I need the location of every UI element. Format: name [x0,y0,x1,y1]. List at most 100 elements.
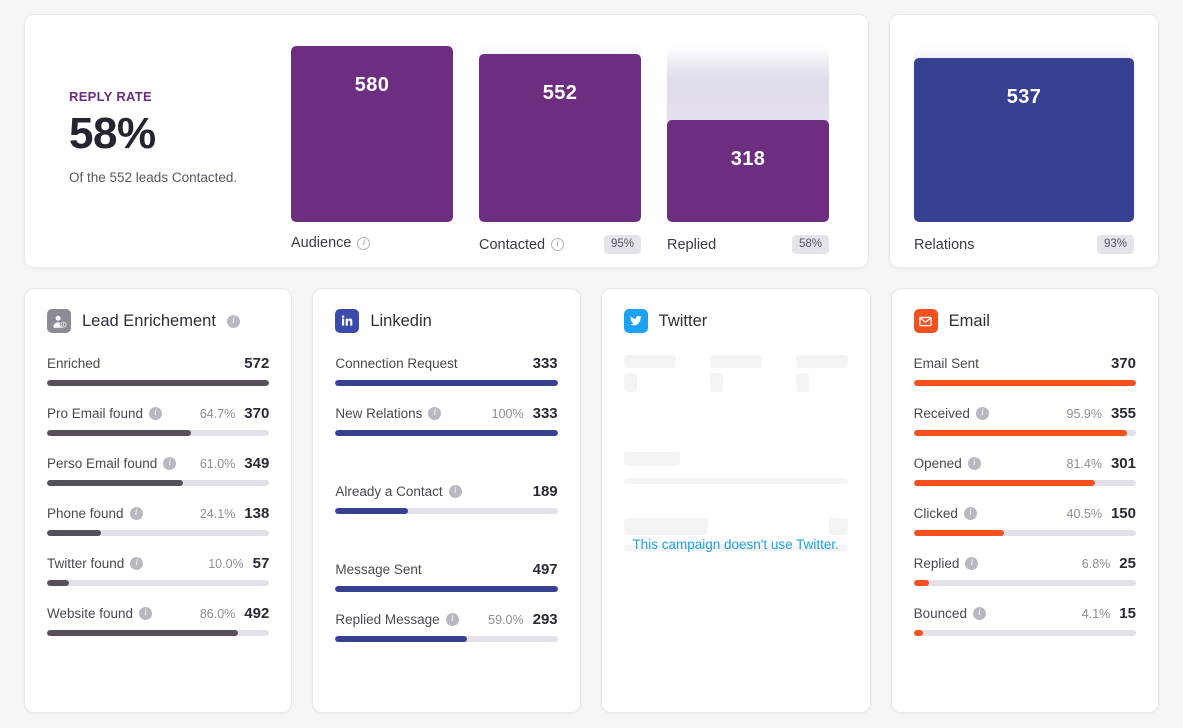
metric-percent: 61.0% [200,457,235,471]
metric-row: Bouncedi4.1%15 [914,605,1136,636]
skeleton-placeholder [624,355,848,551]
metric-label-wrap: New Relations i [335,406,441,421]
twitter-icon [624,309,648,333]
info-icon[interactable]: i [227,315,240,328]
metric-value: 572 [244,355,269,372]
metric-row: Replied Messagei59.0%293 [335,611,557,642]
metric-progress-fill [914,580,929,586]
metric-label-wrap: Twitter foundi [47,556,143,571]
bar-value: 552 [543,82,578,222]
metric-progress-fill [335,380,557,386]
metric-label-wrap: Phone found i [47,506,143,521]
metric-header: Bouncedi4.1%15 [914,605,1136,622]
metric-header: Perso Email foundi61.0%349 [47,455,269,472]
metric-label-wrap: Bouncedi [914,606,986,621]
bar-label: Audience [291,235,351,251]
metric-progress-track [335,586,557,592]
metric-progress-track [335,508,557,514]
linkedin-icon [335,309,359,333]
info-icon[interactable]: i [163,457,176,470]
funnel-row: REPLY RATE 58% Of the 552 leads Contacte… [24,14,1159,268]
info-icon[interactable]: i [149,407,162,420]
metric-progress-fill [914,380,1136,386]
metric-percent: 64.7% [200,407,235,421]
info-icon[interactable]: i [976,407,989,420]
metric-header: Message Sent497 [335,561,557,578]
info-icon[interactable]: i [446,613,459,626]
metric-label-wrap: Openedi [914,456,981,471]
info-icon[interactable]: i [449,485,462,498]
info-icon[interactable]: i [428,407,441,420]
bar-percent-badge: 58% [792,235,829,254]
metric-progress-track [335,430,557,436]
relations-card: 537Relations93% [889,14,1159,268]
metric-row: Website foundi86.0%492 [47,605,269,636]
metric-progress-fill [335,636,466,642]
metric-progress-track [47,430,269,436]
info-icon[interactable]: i [130,507,143,520]
card-twitter: Twitter This campaign doesn't use Twitter… [601,288,871,713]
metric-label-wrap: Clicked i [914,506,977,521]
metric-row: Repliedi6.8%25 [914,555,1136,586]
bar-track: 318 [667,46,829,222]
metric-header: Clickedi40.5%150 [914,505,1136,522]
metric-progress-track [914,530,1136,536]
metric-header: Phone foundi24.1%138 [47,505,269,522]
metric-row: Openedi81.4%301 [914,455,1136,486]
metric-header: Enriched572 [47,355,269,372]
reply-rate-subtitle: Of the 552 leads Contacted. [69,170,291,185]
metric-label: New Relations [335,406,422,421]
bar-label: Replied [667,237,716,253]
metric-value: 333 [533,355,558,372]
bar-track: 552 [479,46,641,222]
envelope-icon [914,309,938,333]
funnel-bar-relations[interactable]: 537Relations93% [914,46,1134,254]
metric-progress-fill [47,380,269,386]
info-icon[interactable]: i [973,607,986,620]
card-header: Twitter [624,309,848,333]
bar-fill: 537 [914,58,1134,222]
metric-label: Pro Email found [47,406,143,421]
info-icon[interactable]: i [130,557,143,570]
metric-label-wrap: Perso Email foundi [47,456,176,471]
funnel-bar-contacted[interactable]: 552Contactedi95% [479,46,641,267]
funnel-bar-replied[interactable]: 318 Replied 58% [667,46,829,267]
info-icon[interactable]: i [139,607,152,620]
metric-row: Receivedi95.9%355 [914,405,1136,436]
info-icon[interactable]: i [964,507,977,520]
skeleton-column [796,355,848,392]
empty-state-message: This campaign doesn't use Twitter. [624,537,848,552]
info-icon[interactable]: i [968,457,981,470]
metric-progress-track [47,580,269,586]
metric-label: Clicked [914,506,958,521]
metric-progress-track [47,530,269,536]
metric-progress-fill [47,630,238,636]
metric-row: Email Sent370 [914,355,1136,386]
metric-value: 189 [533,483,558,500]
info-icon[interactable]: i [965,557,978,570]
metric-row: Pro Email foundi64.7%370 [47,405,269,436]
metric-label: Phone found [47,506,124,521]
metric-progress-fill [335,508,407,514]
funnel-bar-audience[interactable]: 580Audiencei [291,46,453,267]
card-linkedin: LinkedinConnection Request333New Relatio… [312,288,580,713]
metric-label-wrap: Connection Request [335,356,457,371]
metric-percent: 81.4% [1067,457,1102,471]
card-email: EmailEmail Sent370Receivedi95.9%355Opene… [891,288,1159,713]
metric-progress-track [914,630,1136,636]
info-icon[interactable]: i [357,237,370,250]
metric-percent: 86.0% [200,607,235,621]
metric-value: 57 [253,555,270,572]
card-title: Lead Enrichement [82,312,216,331]
metric-header: Already a Contacti189 [335,483,557,500]
skeleton-column [624,355,676,392]
metric-progress-fill [47,430,191,436]
info-icon[interactable]: i [551,238,564,251]
card-title: Twitter [659,312,708,331]
metric-percent: 95.9% [1067,407,1102,421]
metric-percent: 10.0% [208,557,243,571]
reply-rate-block: REPLY RATE 58% Of the 552 leads Contacte… [25,15,291,267]
metric-progress-fill [914,630,923,636]
metric-value: 293 [533,611,558,628]
metric-progress-fill [47,530,101,536]
